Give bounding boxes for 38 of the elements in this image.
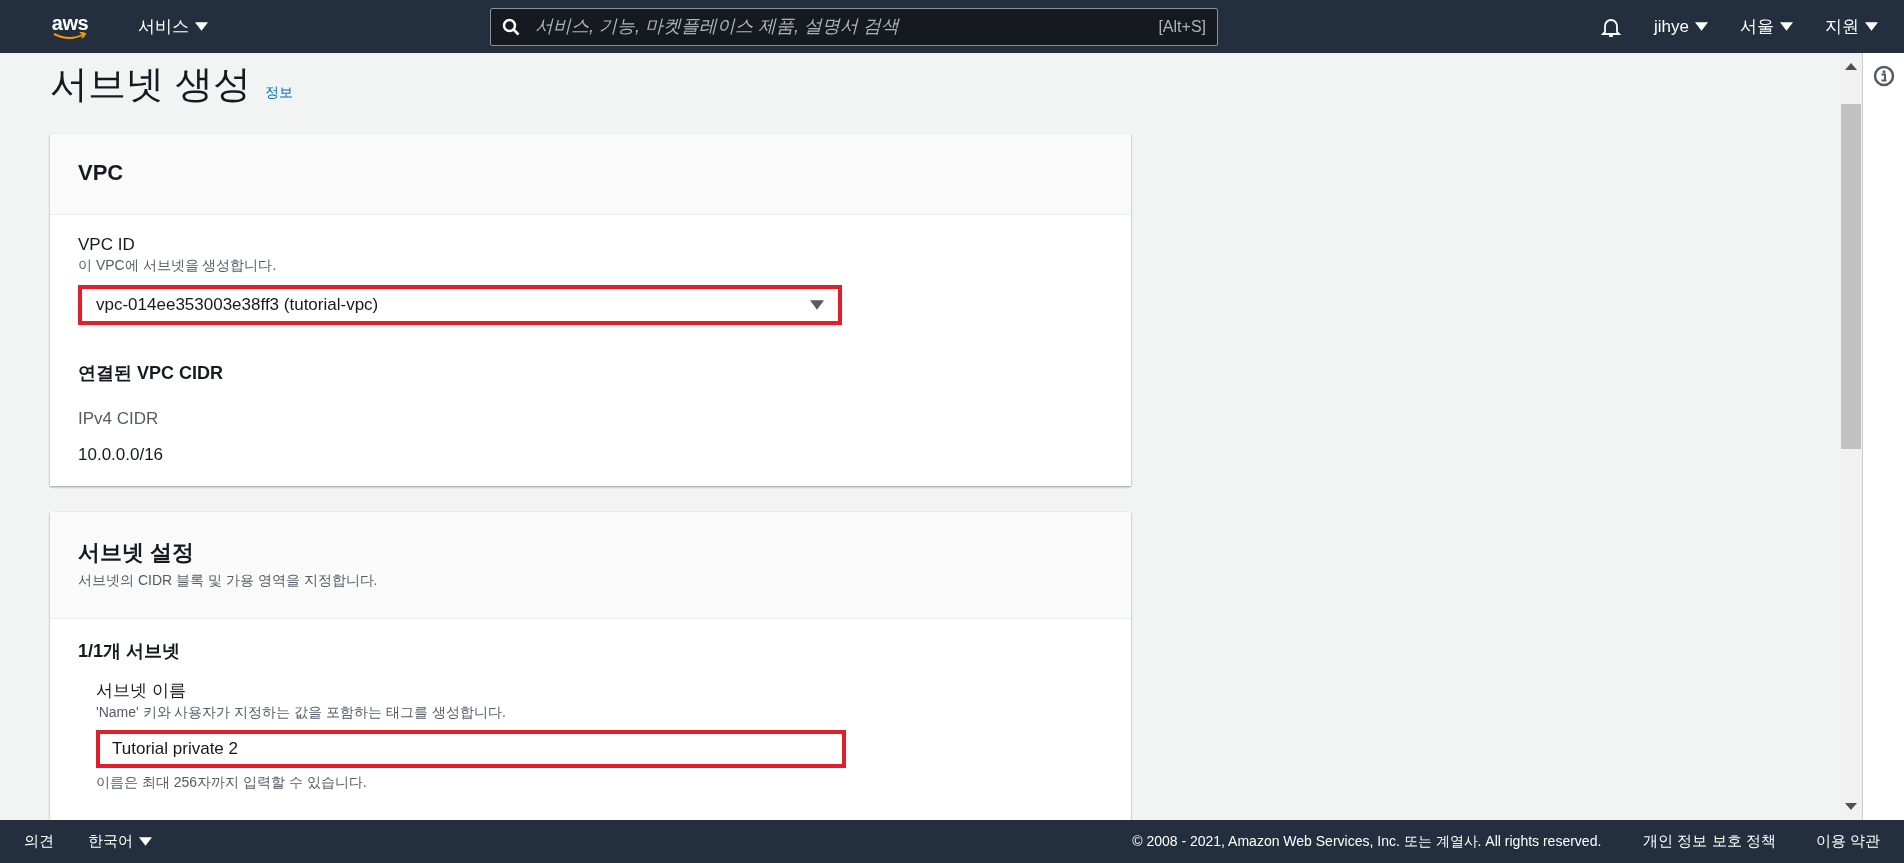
caret-icon <box>1695 22 1708 31</box>
terms-link[interactable]: 이용 약관 <box>1815 832 1880 851</box>
subnet-name-field[interactable]: Tutorial private 2 <box>96 730 846 768</box>
vpc-select[interactable]: vpc-014ee353003e38ff3 (tutorial-vpc) <box>78 285 842 325</box>
info-icon[interactable] <box>1872 65 1895 87</box>
field-label: IPv4 CIDR <box>78 409 160 429</box>
aws-logo[interactable]: aws <box>48 13 92 40</box>
region-menu[interactable]: 서울 <box>1740 15 1793 38</box>
support-menu[interactable]: 지원 <box>1825 15 1878 38</box>
caret-icon <box>139 837 152 846</box>
page-title: 서브넷 생성 <box>50 62 251 107</box>
info-link[interactable]: 정보 <box>264 84 293 102</box>
privacy-link[interactable]: 개인 정보 보호 정책 <box>1643 832 1776 851</box>
shortcut-hint: [Alt+S] <box>1158 17 1206 36</box>
card-title: 서브넷 설정 <box>78 539 196 567</box>
search-icon <box>502 17 520 36</box>
card-description: 서브넷의 CIDR 블록 및 가용 영역을 지정합니다. <box>78 572 379 590</box>
field-label: 서브넷 이름 <box>96 680 187 702</box>
caret-icon <box>1780 22 1793 31</box>
field-value: 10.0.0.0/16 <box>78 445 165 465</box>
scrollbar[interactable] <box>1840 53 1863 820</box>
language-menu[interactable]: 한국어 <box>88 832 152 851</box>
scroll-up-icon[interactable] <box>1845 63 1857 70</box>
section-title: 1/1개 서브넷 <box>78 640 182 663</box>
card-title: VPC <box>78 160 125 186</box>
field-label: VPC ID <box>78 235 136 255</box>
section-title: 연결된 VPC CIDR <box>78 362 224 385</box>
field-hint: 이름은 최대 256자까지 입력할 수 있습니다. <box>96 774 368 792</box>
caret-icon <box>195 22 208 31</box>
caret-icon <box>1865 22 1878 31</box>
caret-icon <box>810 300 824 310</box>
field-description: 'Name' 키와 사용자가 지정하는 값을 포함하는 태그를 생성합니다. <box>96 704 507 722</box>
user-menu[interactable]: jihye <box>1654 16 1708 37</box>
copyright-text: © 2008 - 2021, Amazon Web Services, Inc. 또는 계열사. All rights reserved. <box>1132 832 1602 851</box>
feedback-link[interactable]: 의견 <box>24 832 54 851</box>
services-menu[interactable]: 서비스 <box>138 15 208 38</box>
field-description: 이 VPC에 서브넷을 생성합니다. <box>78 257 278 275</box>
scroll-down-icon[interactable] <box>1845 803 1857 810</box>
